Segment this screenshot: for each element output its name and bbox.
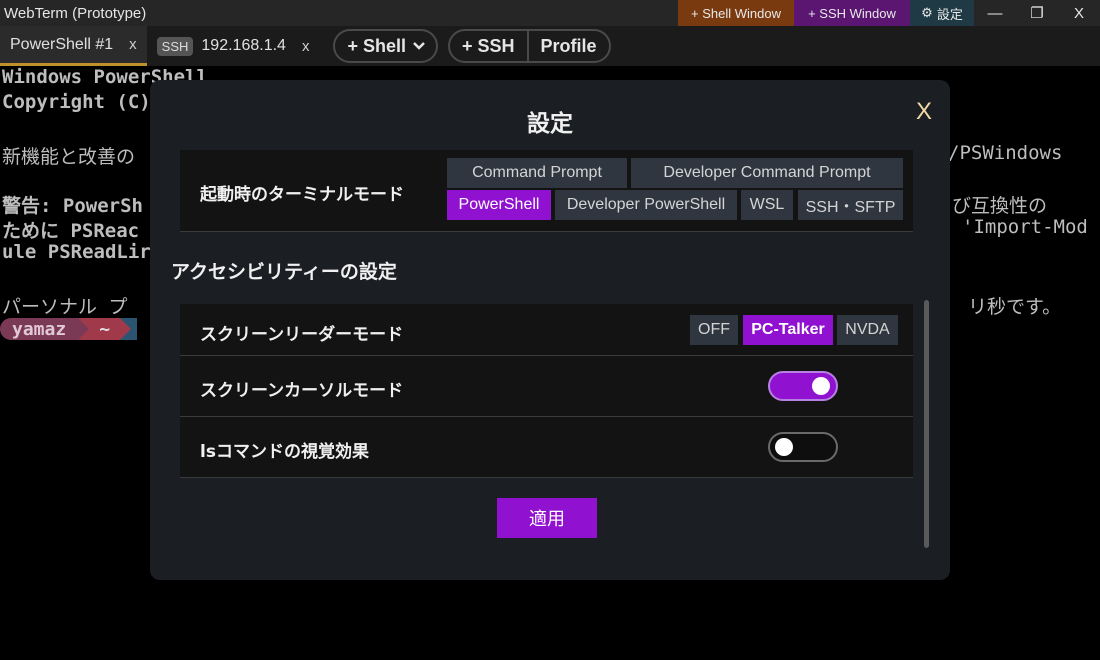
- new-shell-window-button[interactable]: + Shell Window: [678, 0, 794, 26]
- terminal-line: 新機能と改善の: [2, 146, 136, 168]
- terminal-line: 'Import-Mod: [962, 216, 1088, 238]
- chevron-down-icon: [413, 42, 425, 50]
- tab-label: PowerShell #1: [10, 35, 114, 53]
- settings-dialog: 設定 X 起動時のターミナルモード Command Prompt Develop…: [150, 80, 950, 580]
- apply-button[interactable]: 適用: [497, 498, 597, 538]
- tab-ssh-192-168-1-4[interactable]: SSH 192.168.1.4 x: [147, 26, 320, 66]
- add-ssh-button[interactable]: + SSH: [450, 31, 527, 61]
- tab-bar: PowerShell #1 x SSH 192.168.1.4 x + Shel…: [0, 26, 1100, 66]
- screen-reader-nvda[interactable]: NVDA: [837, 315, 898, 345]
- terminal-line: ために PSReac: [2, 220, 140, 242]
- mode-developer-powershell[interactable]: Developer PowerShell: [555, 190, 737, 220]
- screen-cursor-label: スクリーンカーソルモード: [200, 381, 404, 401]
- screen-cursor-toggle[interactable]: [768, 371, 838, 401]
- terminal-line: Copyright (C): [2, 91, 151, 113]
- terminal-line: ule PSReadLir: [2, 241, 151, 263]
- prompt-tail: [131, 318, 138, 340]
- new-ssh-window-button[interactable]: + SSH Window: [794, 0, 910, 26]
- mode-developer-command-prompt[interactable]: Developer Command Prompt: [631, 158, 903, 188]
- add-shell-label: + Shell: [347, 35, 406, 56]
- mode-wsl[interactable]: WSL: [741, 190, 793, 220]
- ls-visual-row: lsコマンドの視覚効果: [180, 417, 913, 478]
- toggle-knob: [775, 438, 793, 456]
- terminal-line: び互換性の: [952, 195, 1048, 217]
- dialog-close-button[interactable]: X: [916, 98, 932, 126]
- tab-close-icon[interactable]: x: [129, 36, 137, 53]
- shell-prompt: yamaz ~: [0, 318, 138, 340]
- gear-icon: ⚙: [921, 5, 933, 20]
- accessibility-heading: アクセシビリティーの設定: [171, 261, 397, 283]
- prompt-user: yamaz: [0, 318, 79, 340]
- dialog-scrollbar[interactable]: [924, 300, 929, 548]
- screen-cursor-row: スクリーンカーソルモード: [180, 356, 913, 417]
- terminal-line: /PSWindows: [948, 142, 1063, 164]
- settings-button[interactable]: ⚙ 設定: [910, 0, 974, 26]
- accessibility-section: スクリーンリーダーモード OFF PC-Talker NVDA スクリーンカーソ…: [180, 304, 913, 478]
- add-shell-button[interactable]: + Shell: [333, 29, 438, 63]
- mode-ssh-sftp[interactable]: SSH・SFTP: [798, 190, 903, 220]
- app-title: WebTerm (Prototype): [4, 4, 147, 22]
- tab-label: 192.168.1.4: [201, 37, 286, 54]
- toggle-knob: [812, 377, 830, 395]
- dialog-title: 設定: [527, 111, 573, 137]
- prompt-separator-icon: [78, 318, 90, 340]
- profile-button[interactable]: Profile: [529, 31, 609, 61]
- terminal-line: パーソナル プ: [2, 296, 128, 318]
- ssh-badge: SSH: [156, 36, 194, 56]
- mode-command-prompt[interactable]: Command Prompt: [447, 158, 627, 188]
- title-bar: WebTerm (Prototype) + Shell Window + SSH…: [0, 0, 1100, 26]
- tab-powershell-1[interactable]: PowerShell #1 x: [0, 26, 147, 66]
- mode-powershell[interactable]: PowerShell: [447, 190, 551, 220]
- startup-mode-label: 起動時のターミナルモード: [200, 185, 404, 205]
- startup-mode-row: 起動時のターミナルモード Command Prompt Developer Co…: [180, 150, 913, 232]
- maximize-button[interactable]: ❐: [1016, 0, 1058, 26]
- settings-button-label: 設定: [936, 6, 963, 22]
- minimize-button[interactable]: —: [974, 0, 1016, 26]
- ls-visual-toggle[interactable]: [768, 432, 838, 462]
- terminal-line: リ秒です。: [968, 296, 1062, 318]
- screen-reader-pc-talker[interactable]: PC-Talker: [743, 315, 833, 345]
- screen-reader-off[interactable]: OFF: [690, 315, 738, 345]
- startup-mode-section: 起動時のターミナルモード Command Prompt Developer Co…: [180, 150, 913, 232]
- ls-visual-label: lsコマンドの視覚効果: [200, 442, 369, 462]
- ssh-profile-group: + SSH Profile: [447, 29, 611, 63]
- screen-reader-row: スクリーンリーダーモード OFF PC-Talker NVDA: [180, 304, 913, 356]
- terminal-line: 警告: PowerSh: [2, 195, 143, 217]
- window-close-button[interactable]: X: [1058, 0, 1100, 26]
- prompt-path: ~: [89, 318, 121, 340]
- screen-reader-label: スクリーンリーダーモード: [200, 325, 404, 345]
- prompt-separator-icon: [120, 318, 132, 340]
- tab-close-icon[interactable]: x: [302, 38, 310, 55]
